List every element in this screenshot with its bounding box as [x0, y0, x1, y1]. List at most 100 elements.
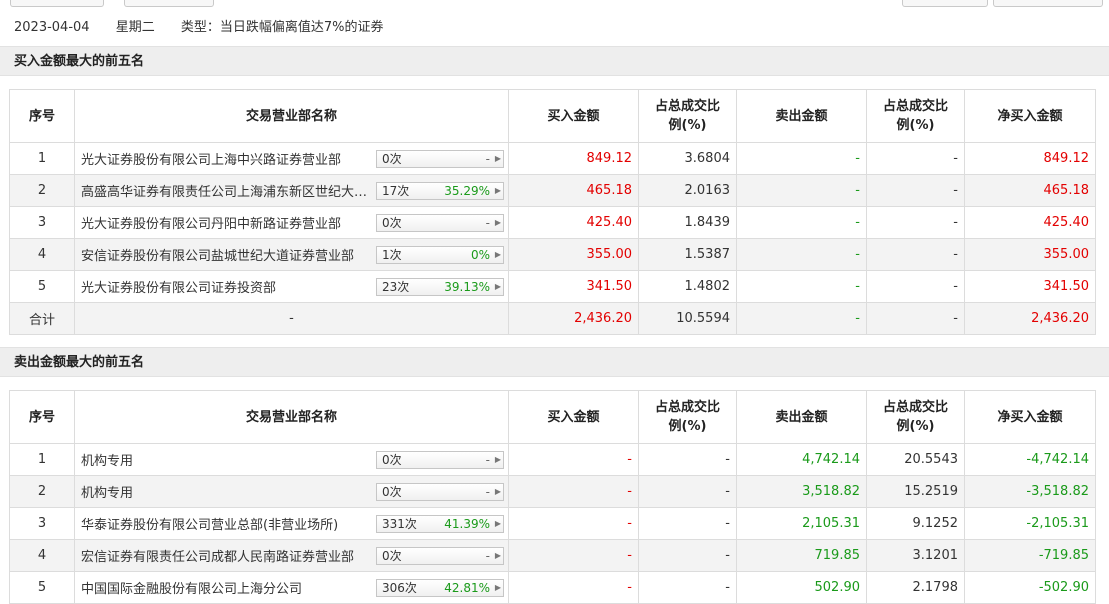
count-dropdown[interactable]: 17次 35.29% ▶ — [376, 182, 504, 200]
table-row: 2 机构专用 0次 - ▶ - - 3,518.82 15.2519 -3,51… — [9, 475, 1096, 508]
count-pct: - — [485, 152, 490, 166]
sell-amount: 3,518.82 — [736, 475, 867, 508]
count-times: 23次 — [382, 280, 410, 294]
table-row: 2 高盛高华证券有限责任公司上海浦东新区世纪大道证券营业部 17次 35.29%… — [9, 174, 1096, 207]
row-no: 5 — [9, 571, 75, 604]
branch-name[interactable]: 机构专用 — [81, 450, 373, 469]
total-row: 合计 - 2,436.20 10.5594 - - 2,436.20 — [9, 302, 1096, 335]
count-dropdown[interactable]: 1次 0% ▶ — [376, 246, 504, 264]
top-action-button[interactable] — [993, 0, 1103, 7]
count-dropdown[interactable]: 0次 - ▶ — [376, 451, 504, 469]
row-name-cell: 机构专用 0次 - ▶ — [74, 475, 509, 508]
col-header-sell: 卖出金额 — [736, 390, 867, 444]
col-header-buy-pct: 占总成交比 例(%) — [638, 89, 737, 143]
buy-ratio: - — [638, 443, 737, 476]
caret-right-icon: ▶ — [494, 282, 501, 291]
row-name-cell: 机构专用 0次 - ▶ — [74, 443, 509, 476]
branch-name[interactable]: 光大证券股份有限公司丹阳中新路证券营业部 — [81, 213, 373, 232]
branch-name[interactable]: 光大证券股份有限公司上海中兴路证券营业部 — [81, 149, 373, 168]
sell-amount: - — [736, 270, 867, 303]
buy-amount: - — [508, 443, 639, 476]
col-header-sell-pct: 占总成交比 例(%) — [866, 89, 965, 143]
top-toolbar — [0, 0, 1109, 8]
buy-ratio: 1.5387 — [638, 238, 737, 271]
table-row: 4 安信证券股份有限公司盐城世纪大道证券营业部 1次 0% ▶ 355.00 1… — [9, 238, 1096, 271]
count-times: 1次 — [382, 248, 402, 262]
count-dropdown[interactable]: 0次 - ▶ — [376, 483, 504, 501]
total-sell-ratio: - — [866, 302, 965, 335]
count-pct: - — [485, 549, 490, 563]
caret-right-icon: ▶ — [494, 551, 501, 560]
col-header-buy: 买入金额 — [508, 89, 639, 143]
count-times: 306次 — [382, 581, 417, 595]
col-header-sell-pct: 占总成交比 例(%) — [866, 390, 965, 444]
row-name-cell: 光大证券股份有限公司上海中兴路证券营业部 0次 - ▶ — [74, 142, 509, 175]
net-amount: 425.40 — [964, 206, 1096, 239]
row-no: 5 — [9, 270, 75, 303]
count-dropdown[interactable]: 0次 - ▶ — [376, 150, 504, 168]
col-header-name: 交易营业部名称 — [74, 89, 509, 143]
top-tab-button[interactable] — [124, 0, 214, 7]
sell-ratio: 2.1798 — [866, 571, 965, 604]
sell-amount: - — [736, 174, 867, 207]
count-times: 331次 — [382, 517, 417, 531]
total-sell-amount: - — [736, 302, 867, 335]
buy-ratio: - — [638, 571, 737, 604]
row-no: 3 — [9, 507, 75, 540]
caret-right-icon: ▶ — [494, 154, 501, 163]
table-row: 4 宏信证券有限责任公司成都人民南路证券营业部 0次 - ▶ - - 719.8… — [9, 539, 1096, 572]
row-name-cell: 光大证券股份有限公司丹阳中新路证券营业部 0次 - ▶ — [74, 206, 509, 239]
sell-section-title: 卖出金额最大的前五名 — [0, 347, 1109, 377]
sell-ratio: 9.1252 — [866, 507, 965, 540]
sell-ratio: 3.1201 — [866, 539, 965, 572]
count-dropdown[interactable]: 331次 41.39% ▶ — [376, 515, 504, 533]
top-tab-button[interactable] — [10, 0, 104, 7]
row-no: 1 — [9, 142, 75, 175]
sell-table: 序号 交易营业部名称 买入金额 占总成交比 例(%) 卖出金额 占总成交比 例(%)… — [9, 390, 1096, 604]
sell-ratio: - — [866, 142, 965, 175]
row-no: 4 — [9, 238, 75, 271]
branch-name[interactable]: 宏信证券有限责任公司成都人民南路证券营业部 — [81, 546, 373, 565]
col-header-net: 净买入金额 — [964, 89, 1096, 143]
branch-name[interactable]: 中国国际金融股份有限公司上海分公司 — [81, 578, 373, 597]
info-line: 2023-04-04 星期二 类型：当日跌幅偏离值达7%的证券 — [14, 17, 405, 39]
sell-ratio: - — [866, 206, 965, 239]
buy-ratio: 2.0163 — [638, 174, 737, 207]
sell-ratio: - — [866, 238, 965, 271]
net-amount: 465.18 — [964, 174, 1096, 207]
net-amount: -3,518.82 — [964, 475, 1096, 508]
buy-amount: 355.00 — [508, 238, 639, 271]
top-action-button[interactable] — [902, 0, 988, 7]
buy-amount: 849.12 — [508, 142, 639, 175]
count-dropdown[interactable]: 0次 - ▶ — [376, 547, 504, 565]
count-pct: 41.39% — [444, 517, 490, 531]
col-header-sell: 卖出金额 — [736, 89, 867, 143]
branch-name[interactable]: 光大证券股份有限公司证券投资部 — [81, 277, 373, 296]
table-header-row: 序号 交易营业部名称 买入金额 占总成交比 例(%) 卖出金额 占总成交比 例(%)… — [9, 390, 1096, 444]
branch-name[interactable]: 华泰证券股份有限公司营业总部(非营业场所) — [81, 514, 373, 533]
sell-amount: 502.90 — [736, 571, 867, 604]
col-header-buy: 买入金额 — [508, 390, 639, 444]
buy-ratio: 3.6804 — [638, 142, 737, 175]
count-dropdown[interactable]: 0次 - ▶ — [376, 214, 504, 232]
count-dropdown[interactable]: 306次 42.81% ▶ — [376, 579, 504, 597]
sell-amount: 2,105.31 — [736, 507, 867, 540]
row-name-cell: 华泰证券股份有限公司营业总部(非营业场所) 331次 41.39% ▶ — [74, 507, 509, 540]
row-no: 4 — [9, 539, 75, 572]
count-times: 0次 — [382, 152, 402, 166]
row-name-cell: 光大证券股份有限公司证券投资部 23次 39.13% ▶ — [74, 270, 509, 303]
total-buy-amount: 2,436.20 — [508, 302, 639, 335]
table-header-row: 序号 交易营业部名称 买入金额 占总成交比 例(%) 卖出金额 占总成交比 例(%)… — [9, 89, 1096, 143]
caret-right-icon: ▶ — [494, 250, 501, 259]
branch-name[interactable]: 高盛高华证券有限责任公司上海浦东新区世纪大道证券营业部 — [81, 181, 373, 200]
net-amount: 849.12 — [964, 142, 1096, 175]
sell-ratio: 15.2519 — [866, 475, 965, 508]
total-name: - — [74, 302, 509, 335]
branch-name[interactable]: 安信证券股份有限公司盐城世纪大道证券营业部 — [81, 245, 373, 264]
buy-amount: - — [508, 539, 639, 572]
branch-name[interactable]: 机构专用 — [81, 482, 373, 501]
sell-amount: - — [736, 238, 867, 271]
count-dropdown[interactable]: 23次 39.13% ▶ — [376, 278, 504, 296]
row-name-cell: 安信证券股份有限公司盐城世纪大道证券营业部 1次 0% ▶ — [74, 238, 509, 271]
total-label: 合计 — [9, 302, 75, 335]
